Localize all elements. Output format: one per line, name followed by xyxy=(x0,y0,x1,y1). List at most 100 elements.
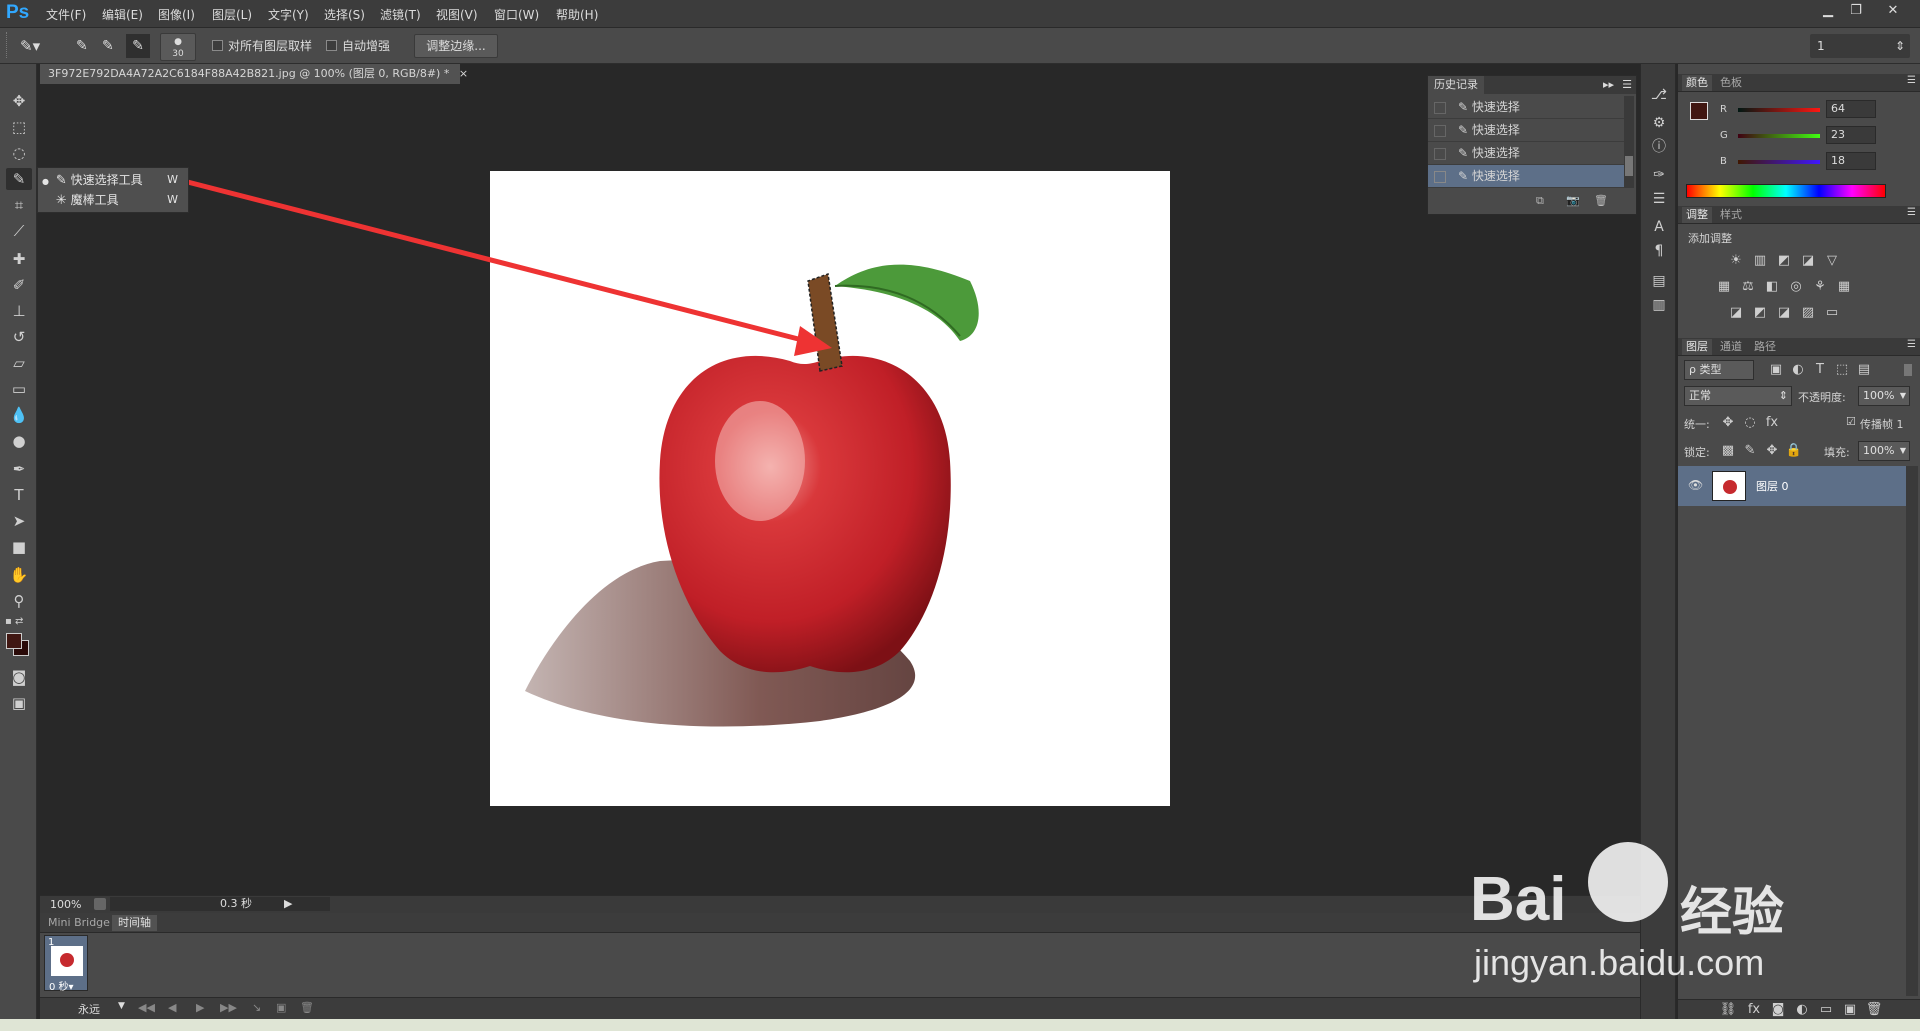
history-dock-icon[interactable]: ⎇ xyxy=(1647,84,1671,106)
loop-dropdown-icon[interactable]: ▼ xyxy=(118,1001,125,1011)
tab-layers[interactable]: 图层 xyxy=(1682,339,1712,355)
curves-icon[interactable]: ◩ xyxy=(1774,252,1794,270)
next-frame-icon[interactable]: ▶▶ xyxy=(220,1001,237,1014)
layer-comps-dock-icon[interactable]: ▤ xyxy=(1647,270,1671,292)
posterize-icon[interactable]: ◩ xyxy=(1750,304,1770,322)
layers-scrollbar[interactable] xyxy=(1906,466,1918,996)
new-document-from-state-icon[interactable]: ⧉ xyxy=(1536,194,1544,208)
zoom-level[interactable]: 100% xyxy=(50,898,81,911)
filter-adjustment-icon[interactable]: ◐ xyxy=(1788,361,1808,379)
panel-menu-icon[interactable]: ☰ xyxy=(1907,339,1916,350)
g-slider[interactable] xyxy=(1738,134,1820,138)
lock-position-icon[interactable]: ✥ xyxy=(1762,442,1782,460)
foreground-color-swatch[interactable] xyxy=(1690,102,1708,120)
unify-visibility-icon[interactable]: ◌ xyxy=(1740,414,1760,432)
brush-dock-icon[interactable]: ✑ xyxy=(1647,164,1671,186)
flyout-magic-wand[interactable]: ✳ 魔棒工具 W xyxy=(42,190,186,210)
new-layer-icon[interactable]: ▣ xyxy=(1840,1001,1860,1019)
previous-frame-icon[interactable]: ◀ xyxy=(168,1001,176,1014)
r-slider[interactable] xyxy=(1738,108,1820,112)
channel-mixer-icon[interactable]: ⚘ xyxy=(1810,278,1830,296)
tab-channels[interactable]: 通道 xyxy=(1716,339,1746,355)
lock-all-icon[interactable]: 🔒 xyxy=(1784,442,1804,460)
filter-pixel-icon[interactable]: ▣ xyxy=(1766,361,1786,379)
history-row[interactable]: ✎ 快速选择 xyxy=(1428,165,1624,188)
delete-layer-icon[interactable]: 🗑 xyxy=(1864,1001,1884,1019)
brush-presets-dock-icon[interactable]: ☰ xyxy=(1647,188,1671,210)
tab-paths[interactable]: 路径 xyxy=(1750,339,1780,355)
history-tab[interactable]: 历史记录 xyxy=(1428,76,1484,94)
invert-icon[interactable]: ◪ xyxy=(1726,304,1746,322)
tab-swatches[interactable]: 色板 xyxy=(1716,75,1746,91)
lock-transparent-icon[interactable]: ▩ xyxy=(1718,442,1738,460)
opacity-field[interactable]: 100% ▼ xyxy=(1858,386,1910,406)
tween-icon[interactable]: ↘ xyxy=(252,1001,261,1014)
filter-toggle[interactable] xyxy=(1904,364,1912,376)
filter-type-icon[interactable]: T xyxy=(1810,361,1830,379)
link-layers-icon[interactable]: ⛓ xyxy=(1718,1001,1738,1019)
layer-row[interactable]: 👁 图层 0 xyxy=(1678,466,1906,506)
frame-delay[interactable]: 0 秒▾ xyxy=(49,978,74,993)
history-scrollbar[interactable] xyxy=(1624,96,1634,188)
layer-name[interactable]: 图层 0 xyxy=(1756,478,1789,494)
notes-dock-icon[interactable]: ▥ xyxy=(1647,294,1671,316)
layer-filter-select[interactable]: ρ 类型 xyxy=(1684,360,1754,380)
levels-icon[interactable]: ▥ xyxy=(1750,252,1770,270)
info-dock-icon[interactable]: ⓘ xyxy=(1647,136,1671,158)
propagate-checkbox[interactable]: ☑ xyxy=(1846,415,1856,428)
tab-timeline[interactable]: 时间轴 xyxy=(112,915,157,931)
first-frame-icon[interactable]: ◀◀ xyxy=(138,1001,155,1014)
b-slider[interactable] xyxy=(1738,160,1820,164)
snapshot-icon[interactable]: 📷 xyxy=(1566,194,1580,207)
play-icon[interactable]: ▶ xyxy=(196,1001,204,1014)
actions-dock-icon[interactable]: ⚙ xyxy=(1647,112,1671,134)
exposure-icon[interactable]: ◪ xyxy=(1798,252,1818,270)
hue-saturation-icon[interactable]: ▦ xyxy=(1714,278,1734,296)
g-value[interactable]: 23 xyxy=(1826,126,1876,144)
unify-position-icon[interactable]: ✥ xyxy=(1718,414,1738,432)
color-lookup-icon[interactable]: ▦ xyxy=(1834,278,1854,296)
animation-frame[interactable]: 1 0 秒▾ xyxy=(44,935,88,993)
history-row[interactable]: ✎ 快速选择 xyxy=(1428,96,1624,119)
loop-select[interactable]: 永远 xyxy=(78,1001,100,1017)
panel-menu-icon[interactable]: ☰ xyxy=(1907,207,1916,218)
fill-field[interactable]: 100% ▼ xyxy=(1858,441,1910,461)
collapse-icon[interactable]: ▸▸ xyxy=(1603,76,1614,94)
vibrance-icon[interactable]: ▽ xyxy=(1822,252,1842,270)
filter-smart-object-icon[interactable]: ▤ xyxy=(1854,361,1874,379)
delete-frame-icon[interactable]: 🗑 xyxy=(300,1001,314,1014)
history-row[interactable]: ✎ 快速选择 xyxy=(1428,119,1624,142)
layer-style-icon[interactable]: fx xyxy=(1744,1001,1764,1019)
color-balance-icon[interactable]: ⚖ xyxy=(1738,278,1758,296)
new-group-icon[interactable]: ▭ xyxy=(1816,1001,1836,1019)
photo-filter-icon[interactable]: ◎ xyxy=(1786,278,1806,296)
filter-shape-icon[interactable]: ⬚ xyxy=(1832,361,1852,379)
black-white-icon[interactable]: ◧ xyxy=(1762,278,1782,296)
blend-mode-select[interactable]: 正常 ⇕ xyxy=(1684,386,1792,406)
status-icon[interactable] xyxy=(94,898,106,910)
tab-mini-bridge[interactable]: Mini Bridge xyxy=(42,915,116,931)
tab-adjustments[interactable]: 调整 xyxy=(1682,207,1712,223)
brightness-icon[interactable]: ☀ xyxy=(1726,252,1746,270)
threshold-icon[interactable]: ◪ xyxy=(1774,304,1794,322)
flyout-quick-selection[interactable]: ● ✎ 快速选择工具 W xyxy=(42,170,186,190)
panel-menu-icon[interactable]: ☰ xyxy=(1907,75,1916,86)
new-adjustment-icon[interactable]: ◐ xyxy=(1792,1001,1812,1019)
gradient-map-icon[interactable]: ▭ xyxy=(1822,304,1842,322)
r-value[interactable]: 64 xyxy=(1826,100,1876,118)
tab-color[interactable]: 颜色 xyxy=(1682,75,1712,91)
panel-menu-icon[interactable]: ☰ xyxy=(1622,76,1632,94)
paragraph-dock-icon[interactable]: ¶ xyxy=(1647,240,1671,262)
delete-icon[interactable]: 🗑 xyxy=(1594,194,1608,207)
b-value[interactable]: 18 xyxy=(1826,152,1876,170)
character-dock-icon[interactable]: A xyxy=(1647,216,1671,238)
duplicate-frame-icon[interactable]: ▣ xyxy=(276,1001,286,1014)
lock-pixels-icon[interactable]: ✎ xyxy=(1740,442,1760,460)
tab-styles[interactable]: 样式 xyxy=(1716,207,1746,223)
selective-color-icon[interactable]: ▨ xyxy=(1798,304,1818,322)
history-row[interactable]: ✎ 快速选择 xyxy=(1428,142,1624,165)
eye-visibility-icon[interactable]: 👁 xyxy=(1688,478,1703,492)
color-spectrum-bar[interactable] xyxy=(1686,184,1886,198)
status-menu-arrow-icon[interactable]: ▶ xyxy=(284,897,292,910)
add-mask-icon[interactable]: ◙ xyxy=(1768,1001,1788,1019)
